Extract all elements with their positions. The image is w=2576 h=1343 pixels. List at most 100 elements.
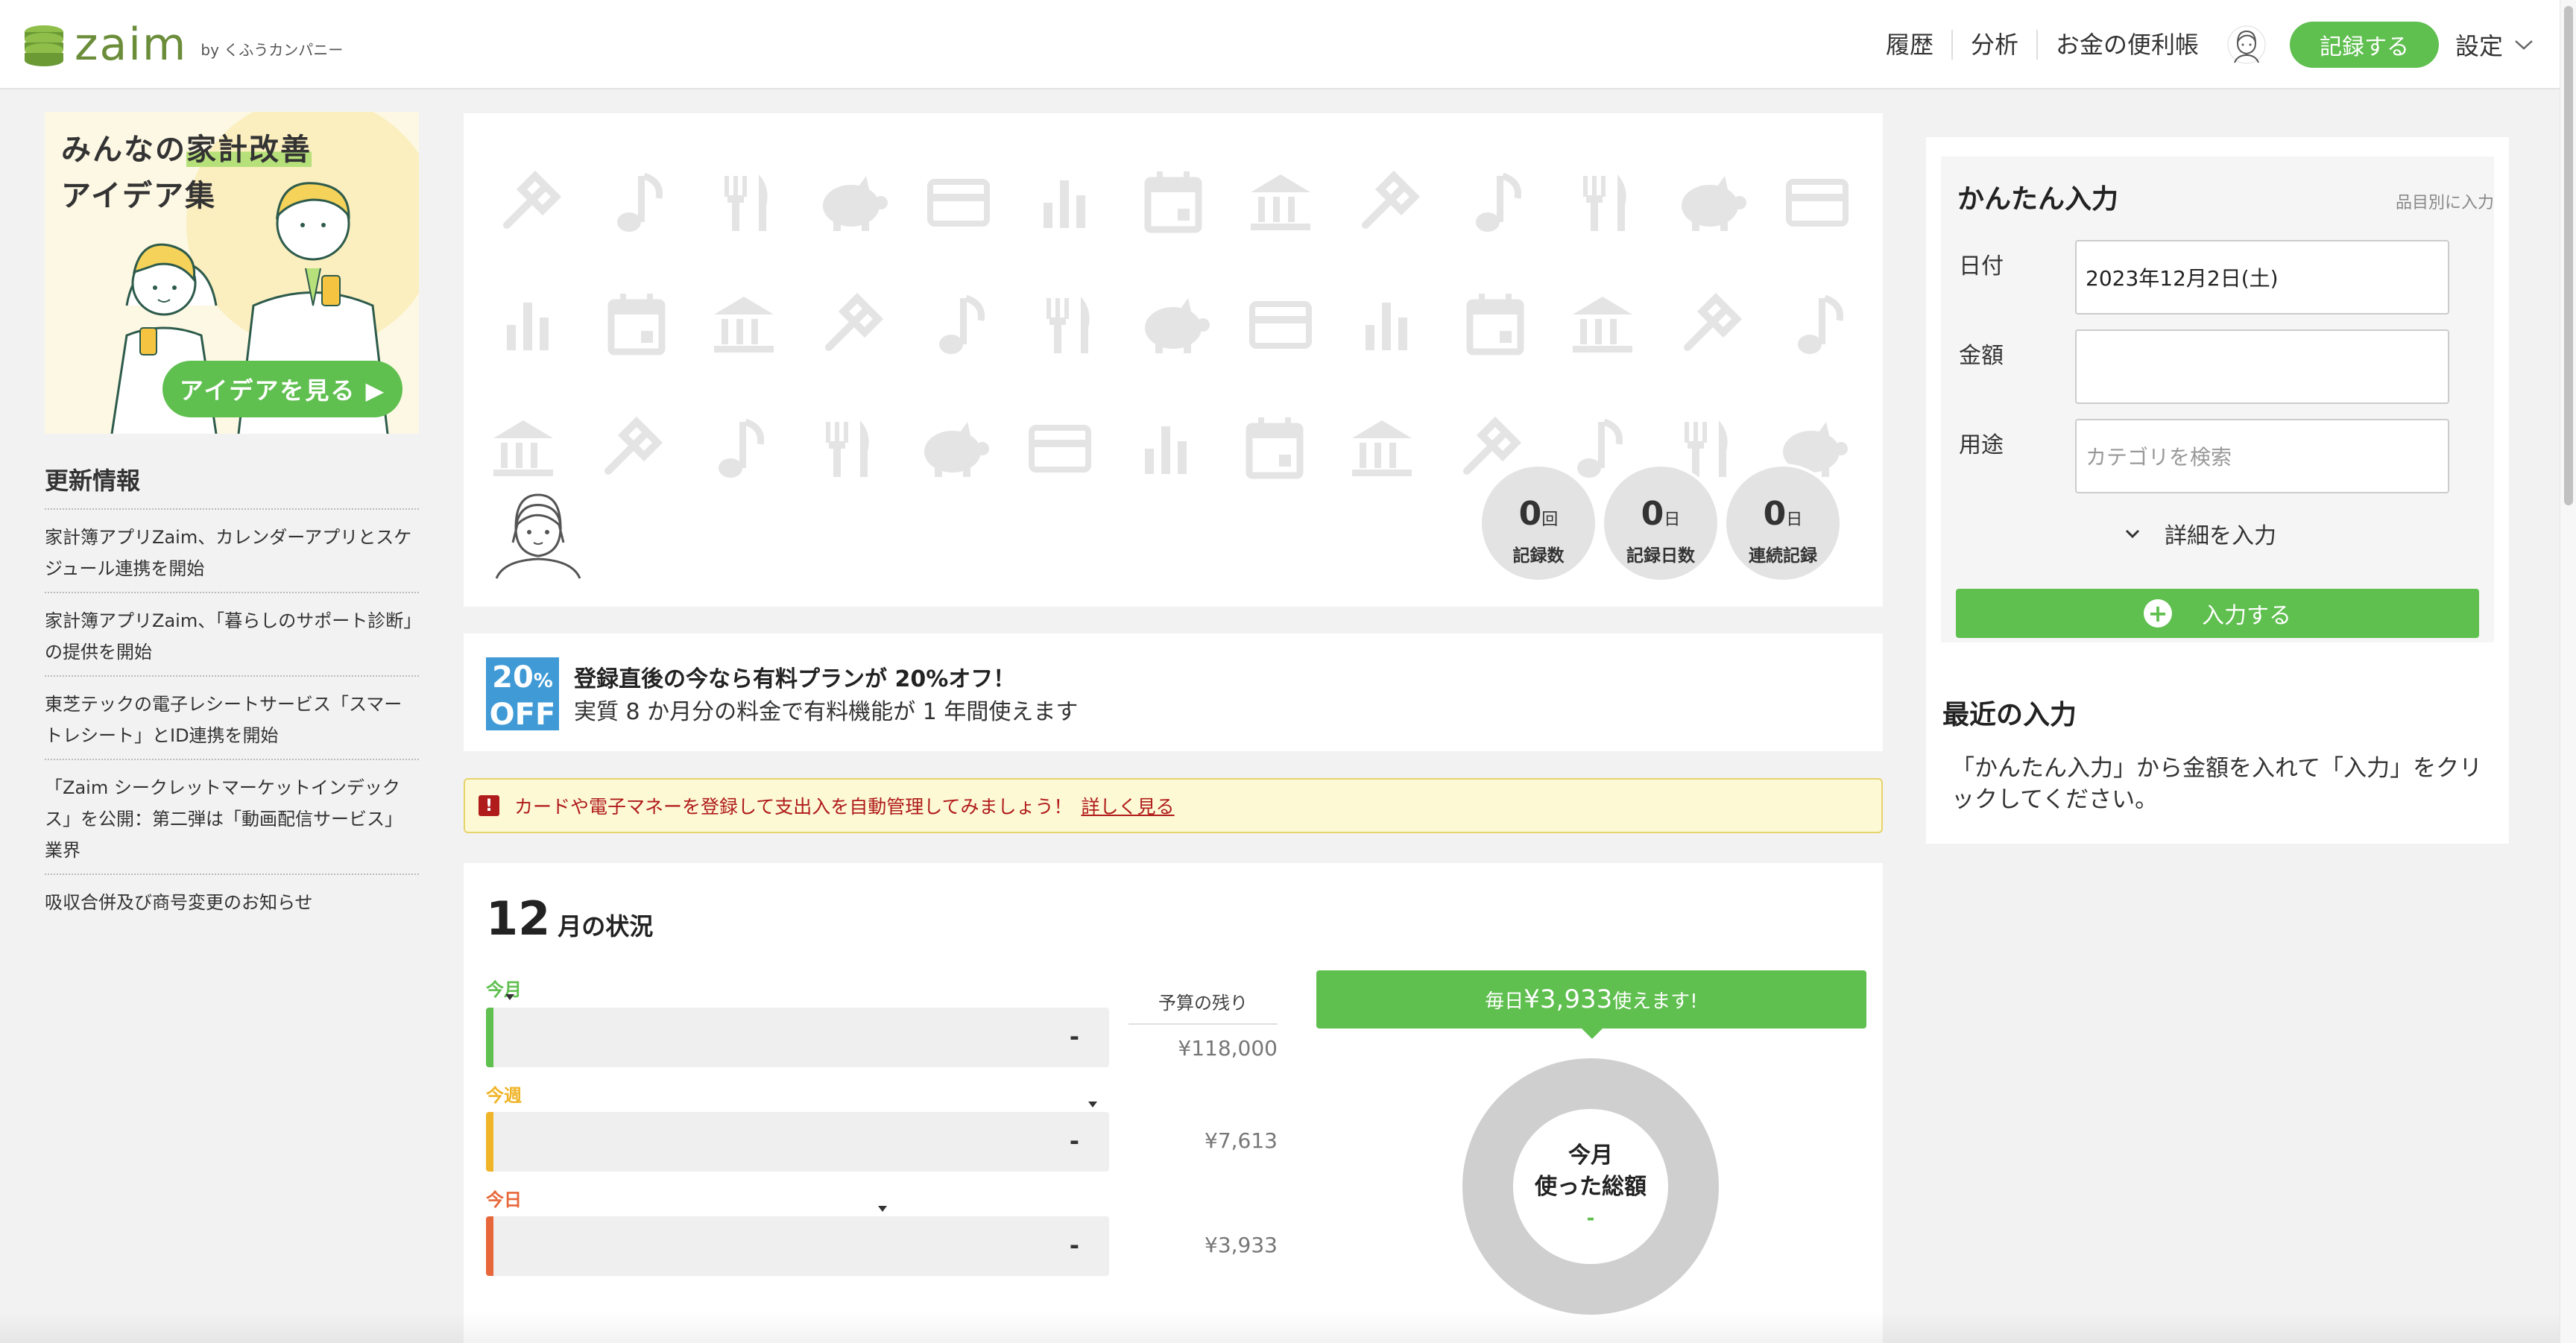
- marker-triangle-icon: [878, 1206, 887, 1212]
- daily-suffix: 使えます!: [1612, 990, 1698, 1013]
- budget-remaining-header: 予算の残り: [1128, 988, 1278, 1025]
- banner-title-highlight: 家計改善: [186, 133, 312, 167]
- news-item[interactable]: 東芝テックの電子レシートサービス「スマートレシート」とID連携を開始: [45, 677, 419, 760]
- stat-number: 0: [1763, 495, 1787, 533]
- alert-details-link[interactable]: 詳しく見る: [1082, 792, 1175, 819]
- marker-triangle-icon: [1088, 1102, 1097, 1107]
- profile-avatar-icon[interactable]: [490, 483, 584, 580]
- donut-center-label: 今月 使った総額 -: [1462, 1140, 1719, 1234]
- row-label-week: 今週: [486, 1085, 522, 1106]
- ideas-banner[interactable]: みんなの家計改善 アイデア集 アイデアを見る ▶: [45, 112, 419, 434]
- month-status-card: 12 月の状況 予算の残り 今月 - ¥118,000 今週 - ¥7,613 今…: [464, 863, 1883, 1343]
- stat-unit: 回: [1541, 511, 1559, 529]
- daily-budget-banner: 毎日¥3,933使えます!: [1316, 970, 1866, 1028]
- amount-label: 金額: [1959, 343, 2004, 369]
- news-item[interactable]: 家計簿アプリZaim、「暮らしのサポート診断」の提供を開始: [45, 593, 419, 677]
- month-spend-bar[interactable]: -: [486, 1008, 1109, 1067]
- news-item[interactable]: 家計簿アプリZaim、カレンダーアプリとスケジュール連携を開始: [45, 510, 419, 593]
- banner-title-line2: アイデア集: [61, 179, 216, 213]
- remaining-month: ¥118,000: [1178, 1036, 1278, 1061]
- news-item[interactable]: 「Zaim シークレットマーケットインデックス」を公開：第二弾は「動画配信サービ…: [45, 760, 419, 875]
- donut-line1: 今月: [1568, 1143, 1613, 1169]
- marker-triangle-icon: [505, 994, 514, 1000]
- remaining-week: ¥7,613: [1205, 1128, 1278, 1153]
- bar-accent: [486, 1112, 493, 1172]
- news-item[interactable]: 吸収合併及び商号変更のお知らせ: [45, 875, 419, 926]
- bar-value: -: [1069, 1023, 1079, 1051]
- donut-value: -: [1586, 1207, 1595, 1230]
- bar-value: -: [1069, 1127, 1079, 1155]
- quick-input-form: かんたん入力 品目別に入力 日付 2023年12月2日(土) 金額 用途 カテゴ…: [1941, 157, 2494, 642]
- news-list: 家計簿アプリZaim、カレンダーアプリとスケジュール連携を開始 家計簿アプリZa…: [45, 508, 419, 926]
- recent-entries-title: 最近の入力: [1942, 700, 2077, 730]
- itemized-input-link[interactable]: 品目別に入力: [2396, 189, 2494, 213]
- stat-streak: 0日 連続記録: [1723, 464, 1843, 583]
- month-status-title: 12 月の状況: [486, 891, 653, 946]
- month-number: 12: [486, 891, 551, 946]
- bar-accent: [486, 1216, 493, 1276]
- nav-money-guide[interactable]: お金の便利帳: [2038, 30, 2217, 60]
- recent-entries-hint: 「かんたん入力」から金額を入れて「入力」をクリックしてください。: [1951, 755, 2483, 813]
- coin-stack-icon: [25, 25, 63, 66]
- bar-accent: [486, 1008, 493, 1067]
- banner-title-prefix: みんなの: [61, 133, 186, 167]
- nav-history[interactable]: 履歴: [1868, 30, 1953, 60]
- daily-banner-pointer: [1582, 1028, 1603, 1039]
- news-heading: 更新情報: [45, 467, 141, 495]
- week-spend-bar[interactable]: -: [486, 1112, 1109, 1172]
- date-label: 日付: [1959, 253, 2004, 279]
- plus-icon: +: [2144, 599, 2172, 628]
- promo-title: 登録直後の今なら有料プランが 20%オフ！: [574, 666, 1016, 692]
- category-search-input[interactable]: カテゴリを検索: [2075, 419, 2449, 493]
- alert-icon: !: [479, 795, 499, 816]
- top-nav: 履歴 分析 お金の便利帳 記録する 設定: [1868, 19, 2534, 70]
- see-ideas-button[interactable]: アイデアを見る ▶: [162, 361, 402, 417]
- promo-card[interactable]: 20% OFF 登録直後の今なら有料プランが 20%オフ！ 実質 8 か月分の料…: [464, 633, 1883, 751]
- stat-label: 記録数: [1512, 546, 1565, 566]
- bottom-shadow: [0, 1312, 2560, 1343]
- stat-number: 0: [1518, 495, 1542, 533]
- user-avatar-icon[interactable]: [2227, 25, 2266, 64]
- detail-input-toggle[interactable]: 詳細を入力: [2124, 517, 2276, 550]
- quick-input-card: かんたん入力 品目別に入力 日付 2023年12月2日(土) 金額 用途 カテゴ…: [1926, 137, 2509, 844]
- stat-value: 0日: [1604, 498, 1717, 537]
- bar-value: -: [1069, 1231, 1079, 1260]
- amount-field[interactable]: [2075, 329, 2449, 404]
- donut-line2: 使った総額: [1535, 1174, 1647, 1200]
- settings-menu[interactable]: 設定: [2455, 28, 2534, 62]
- stat-record-count: 0回 記録数: [1479, 464, 1598, 583]
- badge-percent-sign: %: [533, 670, 553, 692]
- submit-entry-button[interactable]: + 入力する: [1956, 589, 2479, 638]
- date-field[interactable]: 2023年12月2日(土): [2075, 240, 2449, 315]
- page: zaim by くふうカンパニー 履歴 分析 お金の便利帳 記録する 設定 みん…: [0, 0, 2576, 1343]
- page-scrollbar[interactable]: [2560, 0, 2576, 1343]
- stat-number: 0: [1641, 495, 1664, 533]
- chevron-down-icon: [2515, 40, 2533, 50]
- stat-label: 連続記録: [1749, 546, 1817, 566]
- badge-percent-number: 20: [492, 660, 534, 695]
- settings-label: 設定: [2455, 32, 2503, 60]
- daily-amount: ¥3,933: [1524, 985, 1613, 1014]
- header: zaim by くふうカンパニー 履歴 分析 お金の便利帳 記録する 設定: [0, 0, 2576, 89]
- quick-input-title: かんたん入力: [1957, 184, 2119, 215]
- stat-value: 0日: [1726, 498, 1840, 537]
- stat-unit: 日: [1664, 511, 1681, 529]
- detail-input-label: 詳細を入力: [2165, 523, 2276, 549]
- month-label: 月の状況: [558, 912, 654, 941]
- daily-prefix: 毎日: [1485, 990, 1524, 1013]
- stat-record-days: 0日 記録日数: [1601, 464, 1720, 583]
- discount-badge: 20% OFF: [486, 657, 559, 732]
- nav-analysis[interactable]: 分析: [1953, 30, 2038, 60]
- row-label-today: 今日: [486, 1189, 522, 1210]
- badge-top: 20%: [486, 660, 559, 698]
- badge-off: OFF: [489, 698, 556, 732]
- alert-text: カードや電子マネーを登録して支出入を自動管理してみましょう！: [514, 796, 1073, 818]
- today-spend-bar[interactable]: -: [486, 1216, 1109, 1276]
- logo[interactable]: zaim by くふうカンパニー: [21, 19, 343, 70]
- record-button[interactable]: 記録する: [2289, 22, 2439, 68]
- remaining-today: ¥3,933: [1205, 1233, 1278, 1257]
- stat-value: 0回: [1482, 498, 1595, 537]
- promo-subtitle: 実質 8 か月分の料金で有料機能が 1 年間使えます: [574, 699, 1079, 725]
- scrollbar-thumb[interactable]: [2564, 6, 2573, 505]
- stat-label: 記録日数: [1626, 546, 1695, 566]
